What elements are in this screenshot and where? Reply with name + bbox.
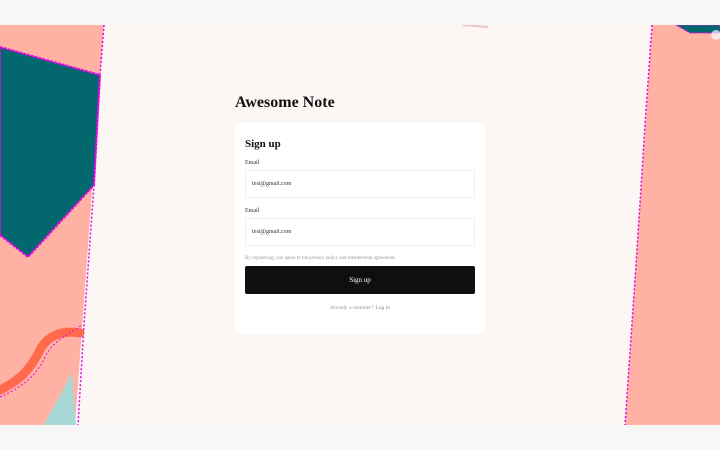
member-prompt-text: Already a member? bbox=[330, 305, 374, 311]
signup-button[interactable]: Sign up bbox=[245, 266, 475, 294]
signup-card: Sign up Email Email By registering, you … bbox=[235, 123, 485, 334]
login-link[interactable]: Log in bbox=[375, 305, 390, 311]
agreement-text: By registering, you agree to the privacy… bbox=[245, 256, 396, 261]
login-prompt: Already a member? Log in bbox=[245, 304, 475, 312]
email-field[interactable] bbox=[245, 170, 475, 198]
email-confirm-label: Email bbox=[245, 208, 260, 214]
app-title: Awesome Note bbox=[235, 94, 335, 111]
signup-heading: Sign up bbox=[245, 138, 281, 150]
signup-container: Awesome Note Sign up Email Email By regi… bbox=[235, 93, 485, 334]
email-label: Email bbox=[245, 160, 260, 166]
top-accent-mark bbox=[461, 25, 489, 28]
email-confirm-field[interactable] bbox=[245, 218, 475, 246]
page-background: Awesome Note Sign up Email Email By regi… bbox=[0, 25, 720, 425]
